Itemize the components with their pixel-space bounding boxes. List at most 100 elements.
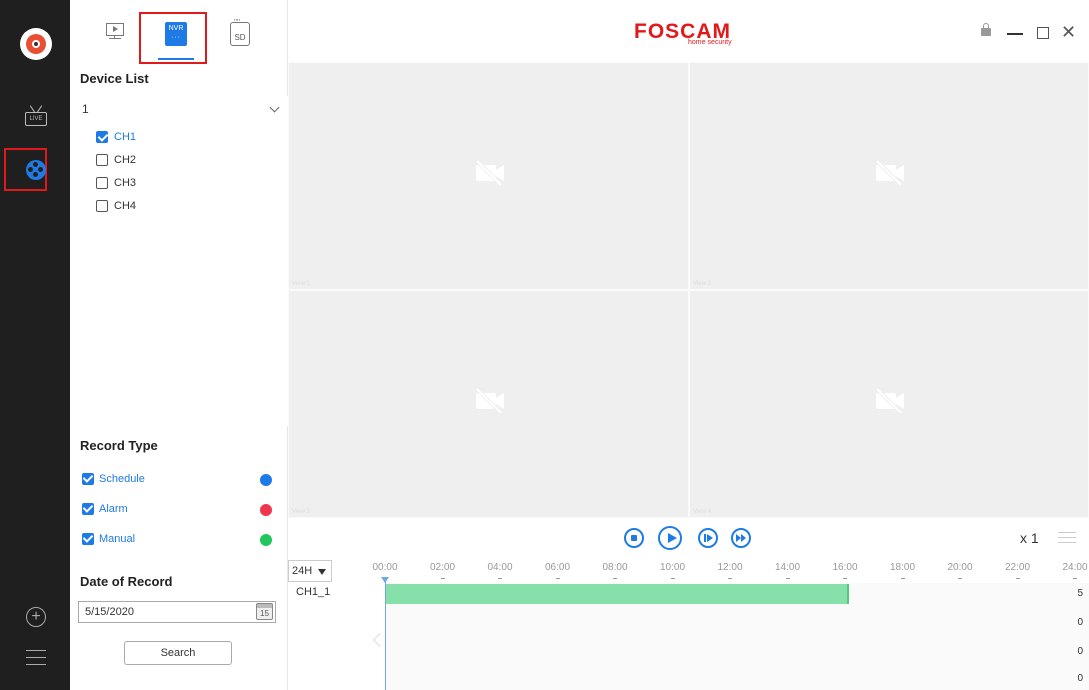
calendar-day: 15 — [260, 609, 269, 618]
track-count: 0 — [1077, 646, 1083, 657]
device-name: 1 — [82, 102, 89, 116]
playback-controls: x 1 — [288, 518, 1089, 558]
view-label: View 2 — [693, 281, 711, 287]
range-value: 24H — [292, 565, 313, 577]
range-select[interactable]: 24H — [288, 560, 332, 582]
list-icon[interactable] — [1058, 532, 1076, 544]
playback-speed[interactable]: x 1 — [1020, 530, 1039, 546]
track-count: 0 — [1077, 617, 1083, 628]
time-tick-mark — [670, 578, 675, 579]
device-list-title: Device List — [80, 71, 149, 86]
add-device-icon[interactable]: + — [26, 607, 46, 627]
source-tabs: NVR ··· SD — [70, 0, 288, 64]
minimize-icon[interactable] — [1007, 33, 1023, 35]
device-dropdown[interactable]: 1 — [82, 102, 280, 120]
time-tick-mark — [613, 578, 617, 579]
recording-segment-end — [846, 584, 849, 604]
lock-icon[interactable] — [981, 23, 991, 36]
time-tick-mark — [843, 578, 847, 579]
menu-icon[interactable] — [26, 650, 46, 666]
record-type-alarm[interactable]: Alarm — [82, 502, 272, 518]
time-ruler[interactable]: 00:00 02:00 04:00 06:00 08:00 10:00 12:00 14:00… — [372, 562, 1089, 582]
checkbox-checked-icon[interactable] — [96, 131, 108, 143]
live-view-icon[interactable]: LIVE — [25, 104, 47, 128]
nvr-label: NVR — [168, 25, 184, 32]
time-tick-label: 00:00 — [372, 562, 398, 573]
channel-label: CH3 — [114, 177, 137, 189]
checkbox-checked-icon[interactable] — [82, 533, 94, 545]
time-tick-mark — [900, 578, 905, 579]
record-type-label: Manual — [99, 533, 136, 545]
checkbox-checked-icon[interactable] — [82, 473, 94, 485]
stop-icon[interactable] — [624, 528, 644, 548]
tab-sd-card-icon[interactable]: SD — [230, 13, 250, 46]
time-tick-mark — [728, 578, 732, 579]
view-label: View 3 — [292, 509, 310, 515]
foscam-app: LIVE + NVR ··· SD Device List — [0, 0, 1089, 690]
fast-forward-icon[interactable] — [731, 528, 751, 548]
time-tick-mark — [555, 578, 560, 579]
channel-label: CH1 — [114, 131, 137, 143]
time-tick-mark — [440, 578, 445, 579]
channel-label: CH4 — [114, 200, 137, 212]
active-tab-indicator — [158, 58, 194, 60]
view-3[interactable]: View 3 — [288, 290, 689, 518]
camera-off-icon — [475, 387, 504, 415]
record-type-schedule[interactable]: Schedule — [82, 472, 272, 488]
time-tick-mark — [498, 578, 502, 579]
recording-segment[interactable] — [385, 584, 848, 604]
track-label: CH1_1 — [296, 586, 331, 598]
time-tick-label: 02:00 — [429, 562, 456, 573]
record-type-label: Schedule — [99, 473, 145, 485]
channel-label: CH2 — [114, 154, 137, 166]
step-forward-icon[interactable] — [698, 528, 718, 548]
maximize-icon[interactable] — [1037, 27, 1049, 39]
schedule-color-dot — [260, 474, 272, 486]
tab-nvr-icon[interactable]: NVR ··· — [165, 22, 187, 46]
live-label: LIVE — [25, 112, 47, 126]
chevron-down-icon[interactable] — [269, 102, 280, 113]
play-icon[interactable] — [658, 526, 682, 550]
view-label: View 1 — [292, 281, 310, 287]
timeline: 24H 00:00 02:00 04:00 06:00 08:00 10:00 12:00 1… — [288, 558, 1089, 690]
track-count: 5 — [1077, 588, 1083, 599]
time-tick-label: 18:00 — [889, 562, 916, 573]
window-controls: ✕ — [969, 23, 1089, 44]
time-tick-label: 14:00 — [774, 562, 801, 573]
time-tick-label: 20:00 — [947, 562, 973, 573]
title-bar: FOSCAM home security ✕ — [288, 0, 1089, 62]
calendar-icon[interactable]: 15 — [256, 603, 273, 620]
time-tick-mark — [785, 578, 790, 579]
playback-panel: NVR ··· SD Device List 1 CH1 CH2 CH3 — [70, 0, 288, 690]
view-label: View 4 — [693, 509, 711, 515]
checkbox-checked-icon[interactable] — [82, 503, 94, 515]
record-type-label: Alarm — [99, 503, 128, 515]
camera-off-icon — [875, 159, 904, 187]
checkbox-icon[interactable] — [96, 177, 108, 189]
tab-local-playback-icon[interactable] — [105, 22, 127, 44]
time-tick-label: 06:00 — [544, 562, 571, 573]
search-button[interactable]: Search — [124, 641, 232, 665]
record-type-manual[interactable]: Manual — [82, 532, 272, 548]
date-field[interactable]: 5/15/2020 15 — [78, 601, 276, 623]
sd-label: SD — [234, 33, 246, 42]
time-tick-mark — [1015, 578, 1020, 579]
time-tick-mark — [958, 578, 962, 579]
view-4[interactable]: View 4 — [689, 290, 1089, 518]
checkbox-icon[interactable] — [96, 200, 108, 212]
view-2[interactable]: View 2 — [689, 62, 1089, 290]
view-1[interactable]: View 1 — [288, 62, 689, 290]
time-tick-label: 22:00 — [1004, 562, 1031, 573]
close-icon[interactable]: ✕ — [1061, 23, 1077, 41]
alarm-color-dot — [260, 504, 272, 516]
time-tick-label: 04:00 — [487, 562, 513, 573]
foscam-logo-icon — [20, 28, 52, 60]
record-type-title: Record Type — [80, 438, 158, 453]
time-cursor[interactable] — [381, 577, 389, 690]
time-tick-label: 08:00 — [602, 562, 628, 573]
playback-reel-icon[interactable] — [26, 160, 46, 180]
checkbox-icon[interactable] — [96, 154, 108, 166]
time-tick-label: 12:00 — [717, 562, 743, 573]
time-tick-mark — [1073, 578, 1077, 579]
camera-off-icon — [475, 159, 504, 187]
